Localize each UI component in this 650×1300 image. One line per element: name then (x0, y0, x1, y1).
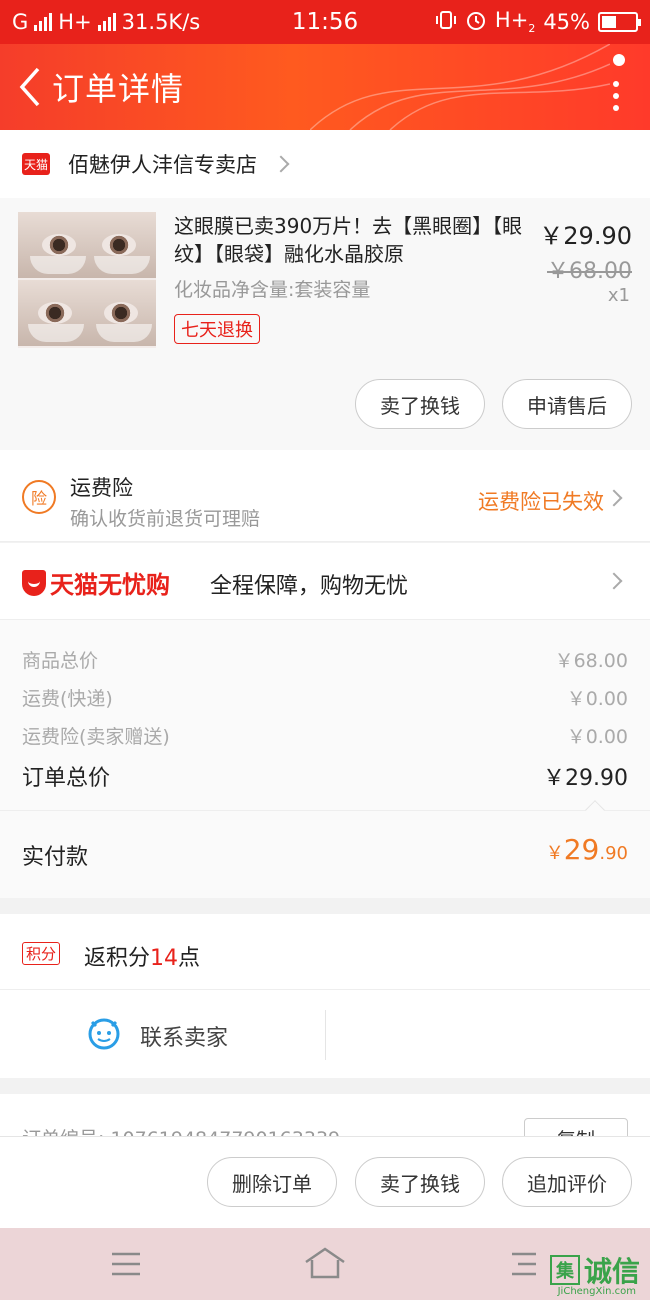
points-row: 积分 返积分14点 (0, 914, 650, 990)
worry-free-text: 全程保障，购物无忧 (210, 574, 409, 599)
product-image[interactable] (18, 212, 156, 348)
bottom-action-bar: 删除订单 卖了换钱 追加评价 (0, 1136, 650, 1228)
after-sales-button[interactable]: 申请售后 (502, 379, 632, 429)
order-info: 订单编号: 1076194847790163339 复制 (0, 1094, 650, 1136)
signal-icon (34, 13, 53, 31)
battery-percent: 45% (543, 10, 590, 34)
watermark-logo: 集诚信 JiChengXin.com (549, 1250, 640, 1297)
network-type-2: H+2 (494, 8, 536, 36)
chevron-right-icon (272, 155, 290, 173)
network-speed: 31.5K/s (121, 10, 201, 34)
price-summary: 商品总价 ￥68.00 运费(快递) ￥0.00 运费险(卖家赠送) ￥0.00 订单… (0, 620, 650, 810)
copy-button[interactable]: 复制 (524, 1118, 628, 1136)
shield-icon (22, 569, 46, 596)
menu-icon[interactable] (110, 1250, 142, 1278)
product-quantity: x1 (607, 285, 630, 306)
nav-bar: 订单详情 (0, 44, 650, 130)
network-type: H+ (58, 10, 92, 34)
points-tag: 积分 (22, 942, 61, 965)
more-dots-icon (613, 54, 625, 111)
worry-free-row[interactable]: 天猫无忧购 全程保障，购物无忧 (0, 543, 650, 620)
more-menu-button[interactable] (604, 54, 628, 120)
header-decoration (310, 44, 610, 130)
vibrate-icon (435, 9, 457, 36)
resell-button-bottom[interactable]: 卖了换钱 (355, 1157, 485, 1207)
alarm-icon (465, 9, 487, 36)
back-nav-icon[interactable] (508, 1250, 540, 1278)
status-bar: G H+ 31.5K/s 11:56 H+2 45% (0, 0, 650, 44)
chevron-right-icon (605, 572, 623, 590)
worry-free-logo: 天猫无忧购 (22, 565, 170, 600)
resell-button[interactable]: 卖了换钱 (355, 379, 485, 429)
insurance-icon: 险 (22, 480, 56, 514)
paid-amount: ￥29.90 (545, 833, 628, 866)
product-spec: 化妆品净含量:套装容量 (174, 279, 371, 301)
paid-label: 实付款 (22, 845, 89, 870)
return-policy-tag: 七天退换 (174, 314, 260, 344)
order-total-row: 订单总价 ￥29.90 (22, 766, 628, 791)
total-row-shipping: 运费(快递) ￥0.00 (22, 688, 628, 710)
product-price: ￥29.90 (539, 222, 632, 250)
carrier-label: G (12, 10, 29, 34)
chat-face-icon (88, 1018, 120, 1050)
chevron-right-icon (605, 489, 623, 507)
delete-order-button[interactable]: 删除订单 (207, 1157, 337, 1207)
insurance-status: 运费险已失效 (478, 490, 604, 514)
battery-icon (598, 12, 641, 32)
home-icon[interactable] (304, 1246, 346, 1280)
order-number: 订单编号: 1076194847790163339 (22, 1124, 340, 1136)
back-arrow-icon (19, 67, 40, 107)
insurance-subtitle: 确认收货前退货可理赔 (70, 508, 261, 530)
system-nav-bar: 集诚信 JiChengXin.com (0, 1228, 650, 1300)
add-review-button[interactable]: 追加评价 (502, 1157, 632, 1207)
shop-row[interactable]: 天猫 佰魅伊人沣信专卖店 (0, 130, 650, 198)
product-original-price: ￥68.00 (547, 259, 632, 284)
back-button[interactable] (10, 57, 50, 117)
contact-row: 联系卖家 (0, 990, 650, 1078)
divider (325, 1010, 326, 1060)
page-title: 订单详情 (52, 70, 185, 108)
tmall-logo-icon: 天猫 (22, 153, 50, 175)
total-row-goods: 商品总价 ￥68.00 (22, 650, 628, 672)
points-text: 返积分14点 (84, 946, 201, 971)
product-card: 这眼膜已卖390万片！去【黑眼圈】【眼纹】【眼袋】融化水晶胶原 化妆品净含量:套… (0, 198, 650, 450)
insurance-title: 运费险 (70, 476, 133, 500)
shipping-insurance-row[interactable]: 险 运费险 确认收货前退货可理赔 运费险已失效 (0, 450, 650, 542)
signal-icon-2 (97, 13, 116, 31)
contact-seller-button[interactable]: 联系卖家 (140, 1020, 228, 1052)
shop-name: 佰魅伊人沣信专卖店 (68, 153, 257, 177)
product-title[interactable]: 这眼膜已卖390万片！去【黑眼圈】【眼纹】【眼袋】融化水晶胶原 (174, 212, 524, 268)
total-row-insurance: 运费险(卖家赠送) ￥0.00 (22, 726, 628, 748)
paid-amount-row: 实付款 ￥29.90 (0, 800, 650, 898)
